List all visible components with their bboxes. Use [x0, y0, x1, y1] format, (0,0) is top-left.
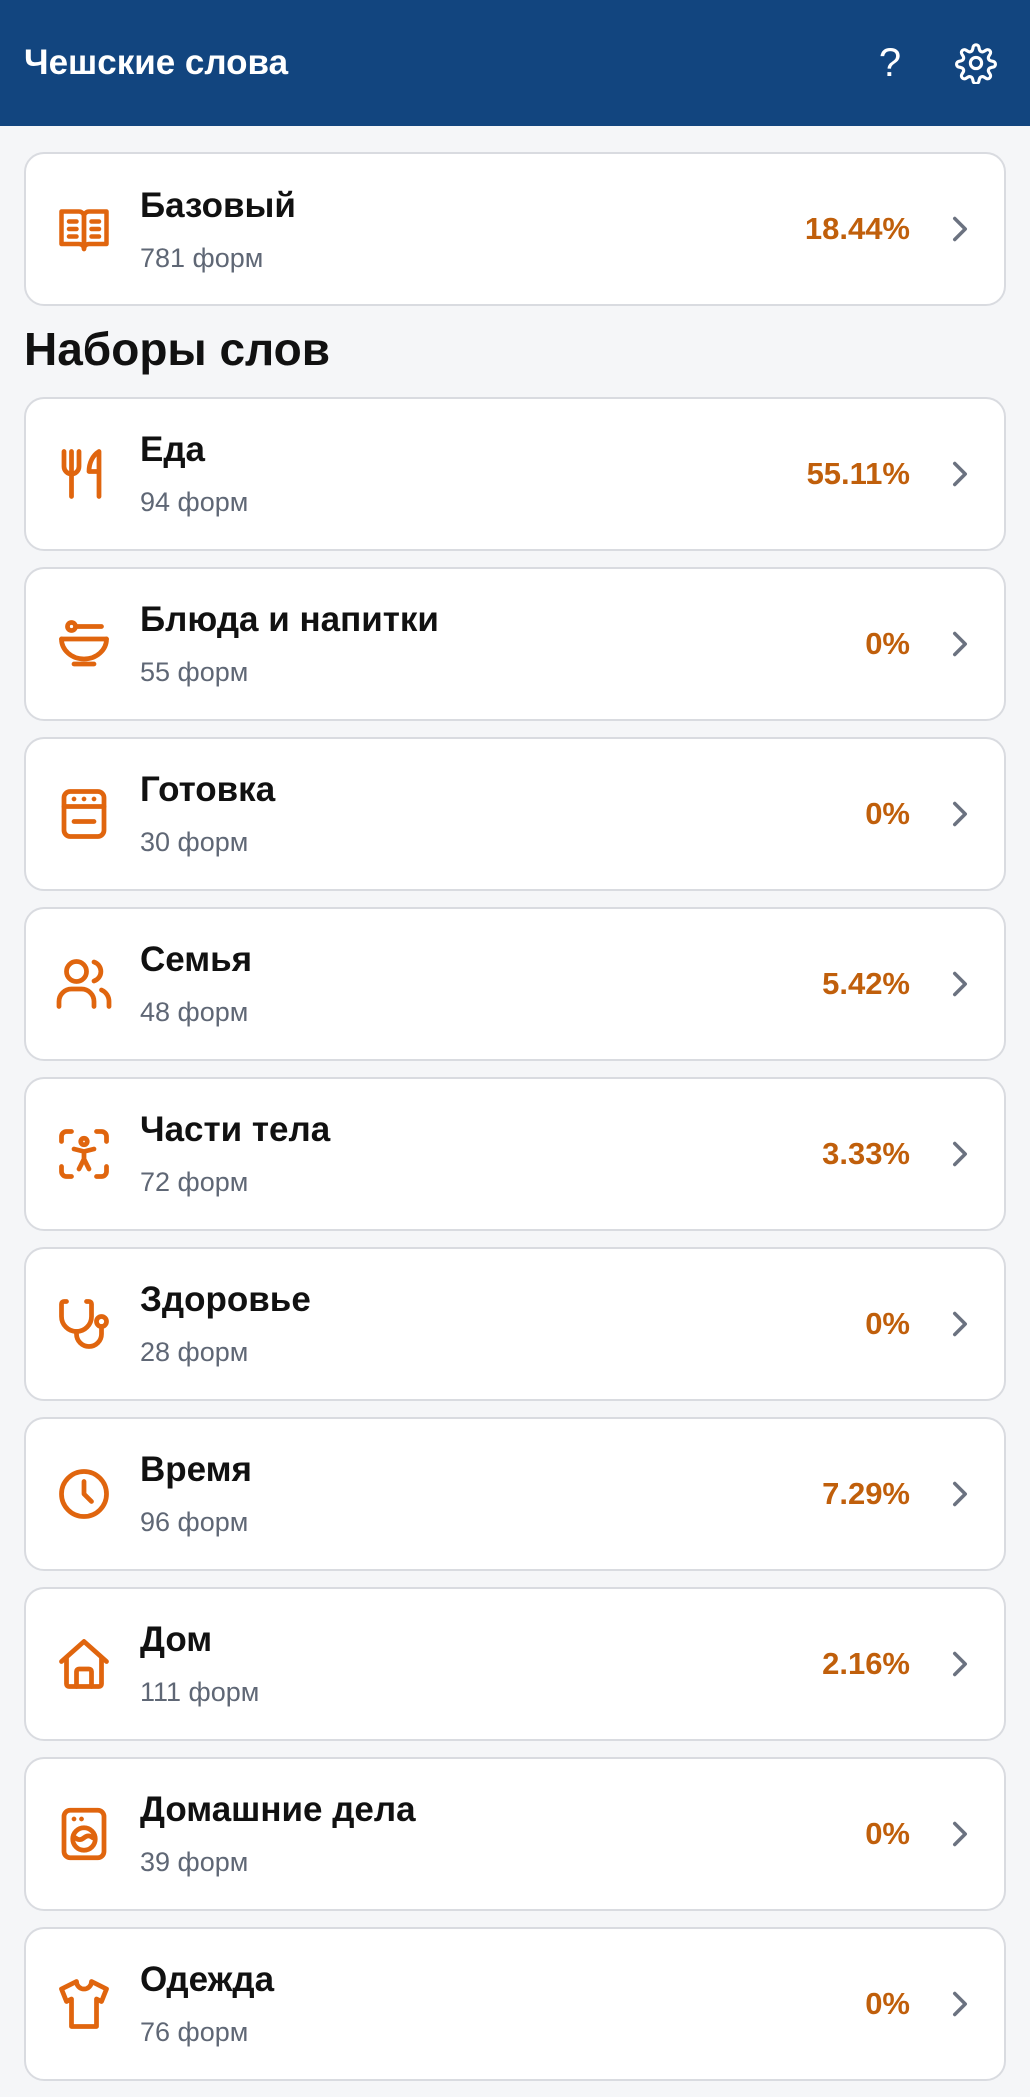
chevron-right-icon: [946, 215, 974, 243]
set-card-chores[interactable]: Домашние дела 39 форм 0%: [24, 1756, 1006, 1911]
main-content: Базовый 781 форм 18.44% Наборы слов Еда …: [24, 152, 1006, 2097]
chevron-right-icon: [946, 630, 974, 658]
card-title: Еда: [140, 430, 206, 470]
card-form-count: 39 форм: [140, 1847, 249, 1878]
settings-button[interactable]: [946, 33, 1006, 93]
card-form-count: 28 форм: [140, 1337, 249, 1368]
card-form-count: 96 форм: [140, 1507, 249, 1538]
chevron-right-icon: [946, 1480, 974, 1508]
chevron-right-icon: [946, 1140, 974, 1168]
app-title: Чешские слова: [24, 43, 289, 82]
chevron-right-icon: [946, 1310, 974, 1338]
question-mark-icon: ?: [878, 40, 902, 85]
card-progress-percent: 2.16%: [822, 1645, 910, 1681]
card-title: Готовка: [140, 770, 276, 810]
chevron-right-icon: [946, 800, 974, 828]
chevron-right-icon: [946, 1650, 974, 1678]
card-title: Базовый: [140, 185, 296, 225]
card-title: Здоровье: [140, 1280, 311, 1320]
chevron-right-icon: [946, 970, 974, 998]
card-progress-percent: 3.33%: [822, 1135, 910, 1171]
card-title: Время: [140, 1450, 252, 1490]
card-title: Домашние дела: [140, 1790, 416, 1830]
card-progress-percent: 18.44%: [804, 211, 910, 246]
utensils-icon: [50, 440, 118, 508]
card-progress-percent: 0%: [865, 1815, 910, 1851]
card-progress-percent: 0%: [865, 625, 910, 661]
card-progress-percent: 0%: [865, 1305, 910, 1341]
bowl-icon: [50, 610, 118, 678]
card-title: Блюда и напитки: [140, 600, 439, 640]
card-title: Одежда: [140, 1960, 275, 2000]
gear-icon: [955, 43, 997, 84]
set-card-cooking[interactable]: Готовка 30 форм 0%: [24, 736, 1006, 891]
card-form-count: 76 форм: [140, 2017, 249, 2048]
card-form-count: 48 форм: [140, 997, 249, 1028]
card-form-count: 94 форм: [140, 487, 249, 518]
stove-icon: [50, 780, 118, 848]
card-progress-percent: 7.29%: [822, 1475, 910, 1511]
card-title: Части тела: [140, 1110, 331, 1150]
house-icon: [50, 1630, 118, 1698]
chevron-right-icon: [946, 460, 974, 488]
body-scan-icon: [50, 1120, 118, 1188]
card-form-count: 72 форм: [140, 1167, 249, 1198]
app-header: Чешские слова ?: [0, 0, 1030, 126]
washing-machine-icon: [50, 1800, 118, 1868]
card-progress-percent: 55.11%: [806, 455, 910, 491]
help-button[interactable]: ?: [860, 33, 920, 93]
set-card-clothing[interactable]: Одежда 76 форм 0%: [24, 1926, 1006, 2081]
set-card-health[interactable]: Здоровье 28 форм 0%: [24, 1246, 1006, 1401]
users-icon: [50, 950, 118, 1018]
stethoscope-icon: [50, 1290, 118, 1358]
set-card-body-parts[interactable]: Части тела 72 форм 3.33%: [24, 1076, 1006, 1231]
card-progress-percent: 0%: [865, 1985, 910, 2021]
chevron-right-icon: [946, 1990, 974, 2018]
base-set-card[interactable]: Базовый 781 форм 18.44%: [24, 152, 1006, 306]
card-form-count: 30 форм: [140, 827, 249, 858]
shirt-icon: [50, 1970, 118, 2038]
clock-icon: [50, 1460, 118, 1528]
set-card-time[interactable]: Время 96 форм 7.29%: [24, 1416, 1006, 1571]
card-form-count: 55 форм: [140, 657, 249, 688]
card-title: Дом: [140, 1620, 213, 1660]
card-progress-percent: 5.42%: [822, 965, 910, 1001]
card-title: Семья: [140, 940, 253, 980]
set-card-food[interactable]: Еда 94 форм 55.11%: [24, 396, 1006, 551]
chevron-right-icon: [946, 1820, 974, 1848]
card-form-count: 781 форм: [140, 242, 264, 273]
set-card-home[interactable]: Дом 111 форм 2.16%: [24, 1586, 1006, 1741]
card-progress-percent: 0%: [865, 795, 910, 831]
section-title: Наборы слов: [24, 323, 331, 375]
set-card-family[interactable]: Семья 48 форм 5.42%: [24, 906, 1006, 1061]
book-open-icon: [50, 195, 118, 263]
set-card-dishes-drinks[interactable]: Блюда и напитки 55 форм 0%: [24, 566, 1006, 721]
card-form-count: 111 форм: [140, 1677, 260, 1708]
